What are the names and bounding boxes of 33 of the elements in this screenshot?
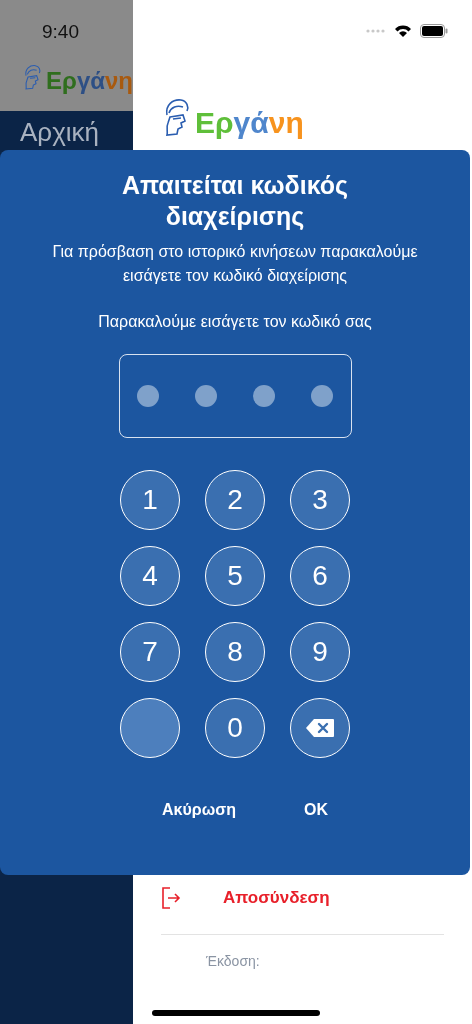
logo-letters: Ερ [195,108,234,138]
dialog-message: Για πρόσβαση στο ιστορικό κινήσεων παρακαλούμε εισάγετε τον κωδικό διαχείρισης [51,242,419,286]
dialog-button[interactable]: OK [303,798,328,822]
logo-letters: νη [268,108,304,138]
digit-key[interactable]: 2 [205,470,265,530]
digit-key[interactable]: 8 [205,622,265,682]
menu-item[interactable]: Αρχική [20,117,99,147]
logout-button[interactable]: Αποσύνδεση [223,885,330,911]
digit-key[interactable]: 5 [205,546,265,606]
backspace-icon [305,718,335,738]
digit-key[interactable]: 3 [290,470,350,530]
pin-field[interactable] [118,354,352,438]
logo-letters: νη [105,68,133,93]
battery-icon [420,24,448,38]
backspace-key[interactable] [290,698,350,758]
cellular-signal-icon [366,29,386,33]
digit-key[interactable]: 0 [205,698,265,758]
logout-icon [161,887,181,909]
logo-letters: γά [76,68,105,93]
pin-prompt: Παρακαλούμε εισάγετε τον κωδικό σας [98,312,372,332]
digit-key[interactable]: 6 [290,546,350,606]
digit-key[interactable]: 4 [120,546,180,606]
version-label: Έκδοση: [206,952,261,971]
digit-key[interactable]: 1 [120,470,180,530]
status-time: 9:40 [42,20,80,44]
wifi-icon [394,24,412,38]
logo-letters: Ερ [46,68,77,93]
digit-key[interactable]: 9 [290,622,350,682]
dialog-title: Απαιτείται κωδικός διαχείρισης [120,170,350,232]
blank-key [120,698,180,758]
digit-key[interactable]: 7 [120,622,180,682]
logo-letters: γά [233,108,269,138]
dialog-button[interactable]: Ακύρωση [162,798,236,822]
